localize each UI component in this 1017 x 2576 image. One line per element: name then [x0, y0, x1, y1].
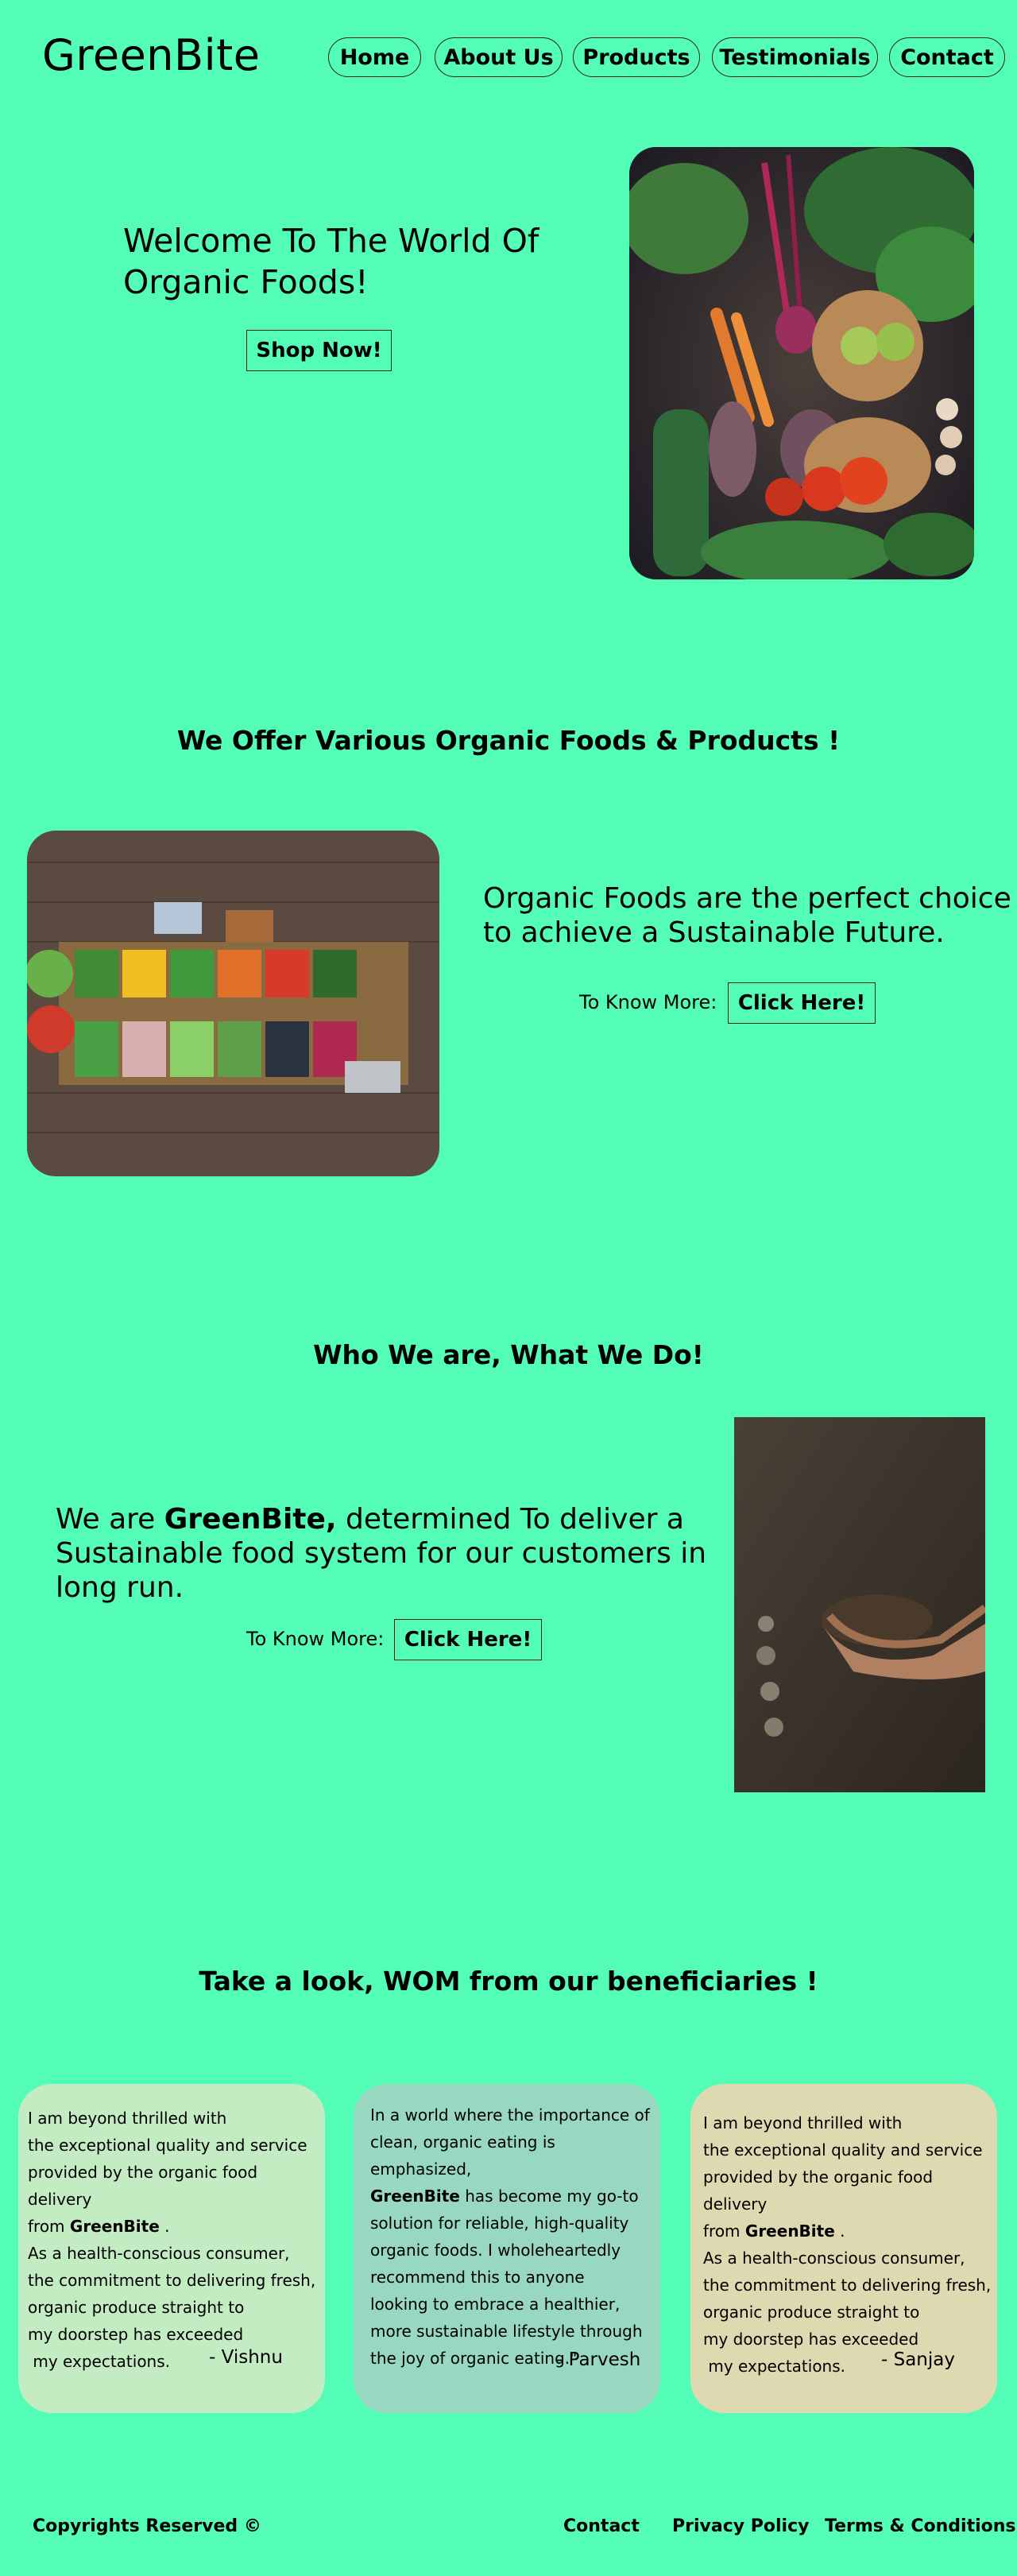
- testimonial-card-vishnu: I am beyond thrilled with the exceptiona…: [18, 2084, 325, 2413]
- nav-contact[interactable]: Contact: [889, 37, 1005, 77]
- brand-logo[interactable]: GreenBite: [42, 30, 260, 80]
- about-text: We are GreenBite, determined To deliver …: [56, 1503, 707, 1604]
- products-know-more-label: To Know More:: [579, 991, 717, 1013]
- products-click-here-button[interactable]: Click Here!: [728, 982, 876, 1024]
- about-brand-name: GreenBite,: [164, 1503, 337, 1536]
- footer-link-contact[interactable]: Contact: [563, 2516, 640, 2536]
- about-know-more-label: To Know More:: [246, 1628, 385, 1650]
- footer-link-privacy-policy[interactable]: Privacy Policy: [672, 2516, 809, 2536]
- testimonial-author: - Sanjay: [881, 2349, 955, 2370]
- shop-now-button[interactable]: Shop Now!: [246, 330, 392, 371]
- about-click-here-button[interactable]: Click Here!: [394, 1619, 542, 1660]
- testimonials-section-title: Take a look, WOM from our beneficiaries …: [199, 1966, 818, 1997]
- testimonial-author: - Parvesh: [556, 2349, 641, 2370]
- soil-hands-image: [734, 1417, 985, 1792]
- products-section-title: We Offer Various Organic Foods & Product…: [176, 725, 841, 756]
- hero-title: Welcome To The World Of Organic Foods!: [123, 222, 539, 301]
- footer-copyright: Copyrights Reserved ©: [33, 2516, 261, 2536]
- nav-testimonials[interactable]: Testimonials: [712, 37, 878, 77]
- about-section-title: Who We are, What We Do!: [313, 1339, 704, 1370]
- hero-vegetables-image: [629, 147, 974, 579]
- products-text: Organic Foods are the perfect choice to …: [483, 882, 1011, 949]
- nav-products[interactable]: Products: [573, 37, 700, 77]
- nav-home[interactable]: Home: [328, 37, 421, 77]
- market-stall-image: [27, 831, 439, 1176]
- nav-about-us[interactable]: About Us: [435, 37, 563, 77]
- testimonial-card-sanjay: I am beyond thrilled with the exceptiona…: [690, 2084, 997, 2413]
- footer-link-terms[interactable]: Terms & Conditions: [825, 2516, 1016, 2536]
- testimonial-author: - Vishnu: [209, 2347, 283, 2368]
- testimonial-card-parvesh: In a world where the importance of clean…: [354, 2084, 660, 2413]
